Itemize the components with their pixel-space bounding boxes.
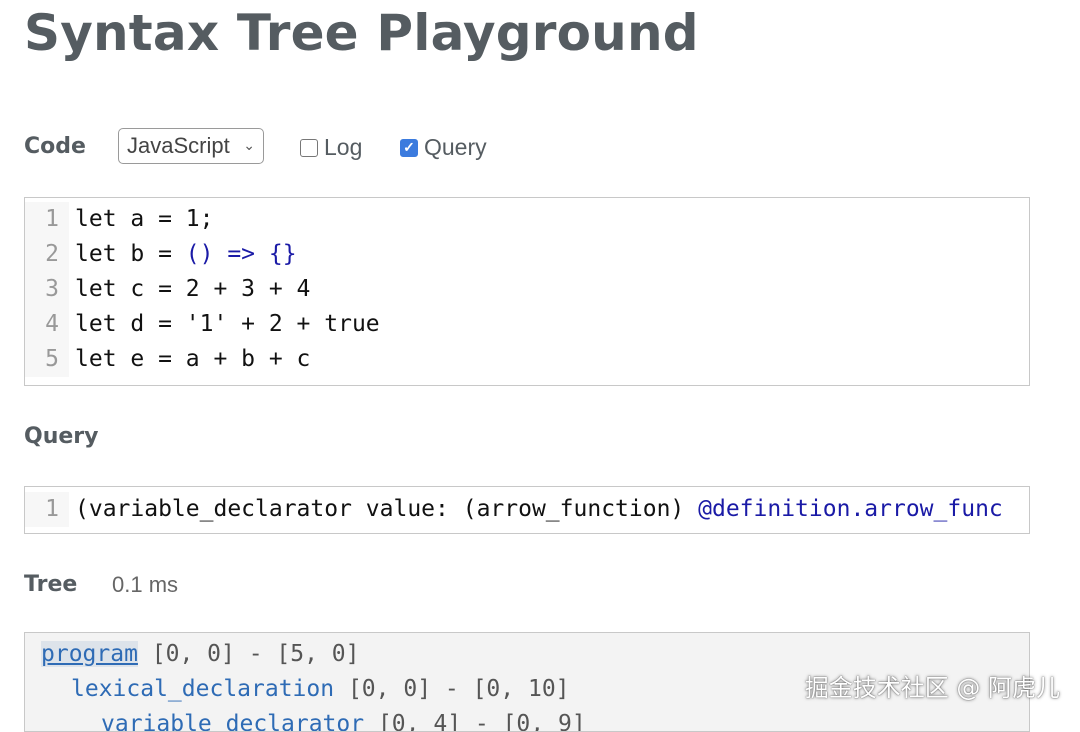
- tree-node-link[interactable]: program: [41, 641, 138, 667]
- code-line[interactable]: 2 let b = () => {}: [25, 237, 1029, 272]
- query-pattern: (variable_declarator value: (arrow_funct…: [75, 496, 699, 522]
- code-text[interactable]: let c = 2 + 3 + 4: [69, 272, 310, 307]
- log-checkbox-label: Log: [324, 134, 363, 160]
- tree-label: Tree: [24, 572, 78, 597]
- code-arrow-function: () => {}: [185, 241, 297, 267]
- query-checkbox-label: Query: [424, 134, 487, 160]
- tree-node-range: [0, 0] - [0, 10]: [334, 676, 570, 702]
- query-text[interactable]: (variable_declarator value: (arrow_funct…: [69, 492, 1003, 527]
- tree-row: variable_declarator [0, 4] - [0, 9]: [25, 707, 1029, 732]
- line-number: 1: [25, 492, 69, 527]
- language-select[interactable]: JavaScript ⌄: [118, 128, 264, 164]
- page-title: Syntax Tree Playground: [24, 4, 699, 62]
- line-number: 5: [25, 342, 69, 377]
- parse-timing: 0.1 ms: [112, 572, 179, 597]
- code-text[interactable]: let b = () => {}: [69, 237, 297, 272]
- tree-node-link[interactable]: lexical_declaration: [71, 676, 334, 702]
- log-checkbox[interactable]: Log: [300, 134, 362, 161]
- watermark: 掘金技术社区 @ 阿虎儿: [804, 674, 1060, 702]
- query-label: Query: [24, 424, 99, 449]
- code-text[interactable]: let e = a + b + c: [69, 342, 310, 377]
- code-text-prefix: let b =: [75, 241, 186, 267]
- line-number: 2: [25, 237, 69, 272]
- code-line[interactable]: 3 let c = 2 + 3 + 4: [25, 272, 1029, 307]
- code-text[interactable]: let a = 1;: [69, 202, 213, 237]
- query-capture: @definition.arrow_func: [698, 496, 1003, 522]
- tree-row: program [0, 0] - [5, 0]: [25, 637, 1029, 672]
- code-editor[interactable]: 1 let a = 1; 2 let b = () => {} 3 let c …: [24, 197, 1030, 386]
- tree-node-range: [0, 0] - [5, 0]: [137, 641, 360, 667]
- query-checkbox[interactable]: ✓ Query: [400, 134, 487, 161]
- language-select-value: JavaScript: [127, 133, 230, 158]
- log-checkbox-box[interactable]: [300, 138, 318, 157]
- code-line[interactable]: 1 let a = 1;: [25, 202, 1029, 237]
- line-number: 1: [25, 202, 69, 237]
- code-text[interactable]: let d = '1' + 2 + true: [69, 307, 380, 342]
- query-line[interactable]: 1 (variable_declarator value: (arrow_fun…: [25, 492, 1029, 527]
- tree-node-range: [0, 4] - [0, 9]: [364, 711, 586, 732]
- code-line[interactable]: 5 let e = a + b + c: [25, 342, 1029, 377]
- chevron-down-icon: ⌄: [243, 137, 255, 153]
- line-number: 4: [25, 307, 69, 342]
- query-checkbox-box[interactable]: ✓: [400, 138, 418, 157]
- query-editor[interactable]: 1 (variable_declarator value: (arrow_fun…: [24, 486, 1030, 534]
- code-line[interactable]: 4 let d = '1' + 2 + true: [25, 307, 1029, 342]
- line-number: 3: [25, 272, 69, 307]
- tree-node-link[interactable]: variable_declarator: [101, 711, 364, 731]
- code-label: Code: [24, 134, 86, 159]
